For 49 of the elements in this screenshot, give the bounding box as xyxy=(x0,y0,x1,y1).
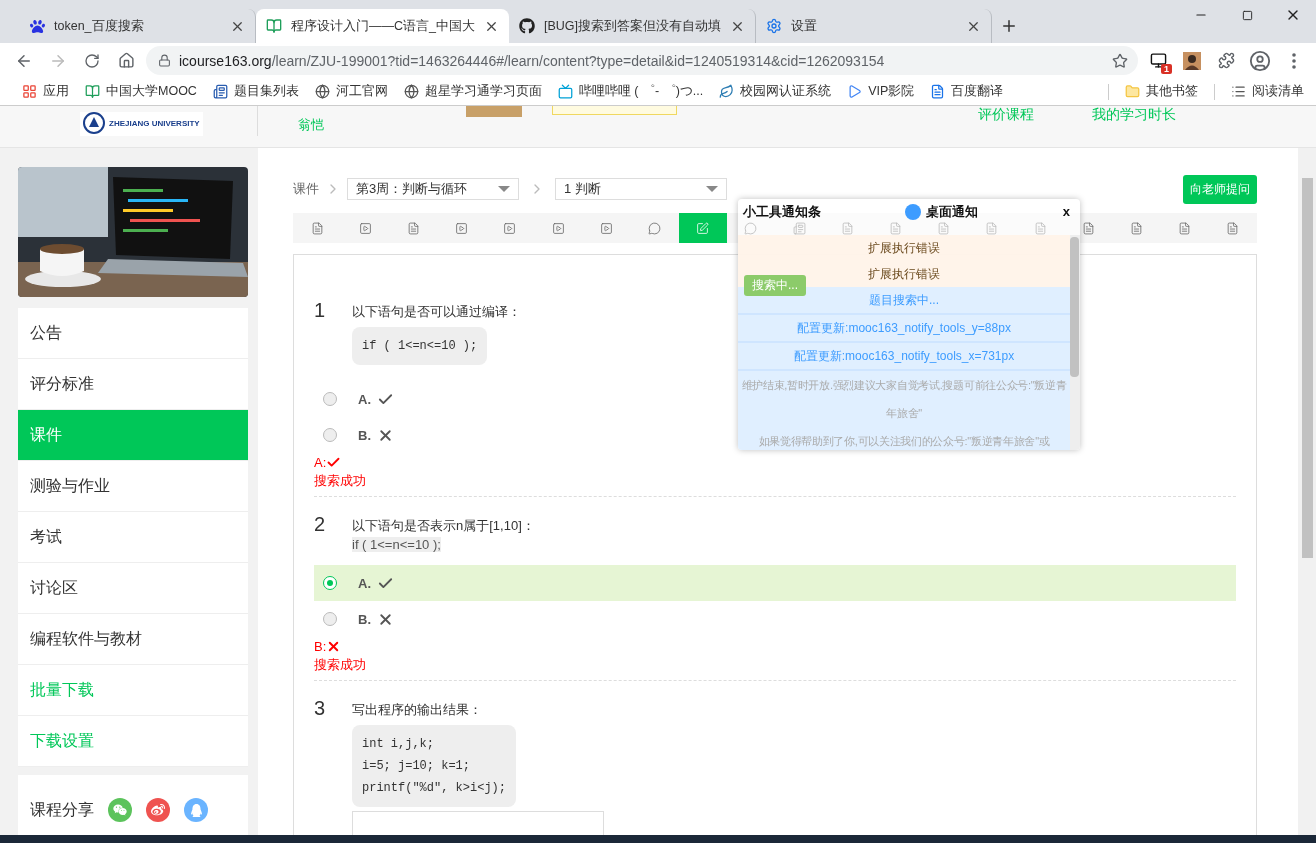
bookmark[interactable]: 哔哩哔哩 ( ゜- ゜)つ... xyxy=(557,83,704,100)
code-block: if ( 1<=n<=10 ); xyxy=(352,327,488,365)
bookmark[interactable]: VIP影院 xyxy=(847,83,915,100)
question-number: 3 xyxy=(314,697,327,721)
notification-message: 如果觉得帮助到了你,可以关注我们的公众号:"叛逆青年旅舍"或 xyxy=(738,427,1070,450)
bookmark[interactable]: 应用 xyxy=(22,83,69,100)
share-label: 课程分享 xyxy=(30,799,94,820)
breadcrumb-text[interactable]: 课件 xyxy=(293,180,319,198)
question-number: 1 xyxy=(314,299,327,323)
answer-label: A: xyxy=(314,455,327,470)
bookmark[interactable]: 河工官网 xyxy=(314,83,388,100)
browser-tab[interactable]: 程序设计入门——C语言_中国大 xyxy=(256,9,509,43)
panel-title: 小工具通知条 xyxy=(743,204,821,220)
browser-tab[interactable]: 设置 xyxy=(756,9,993,43)
extension-button[interactable]: 1 xyxy=(1144,46,1172,75)
option-label: A. xyxy=(358,391,371,407)
bookmark[interactable]: 题目集列表 xyxy=(212,83,299,100)
option-label: A. xyxy=(358,575,371,591)
question-text: 以下语句是否表示n属于[1,10]： xyxy=(352,517,536,535)
desktop-notify-label: 桌面通知 xyxy=(926,204,979,220)
code-snippet: if ( 1<=n<=10 ); xyxy=(352,537,441,552)
search-status: 搜索成功 xyxy=(314,656,367,674)
bookmark[interactable]: 阅读清单 xyxy=(1231,83,1304,100)
notification-message: 配置更新:mooc163_notify_tools_y=88px xyxy=(738,315,1070,343)
question-number: 2 xyxy=(314,513,327,537)
notification-message: 维护结束,暂时开放.强烈建议大家自觉考试.搜题可前往公众号:"叛逆青年旅舍" xyxy=(738,371,1070,427)
notification-message: 配置更新:mooc163_notify_tools_x=731px xyxy=(738,343,1070,371)
question-text: 写出程序的输出结果： xyxy=(352,701,483,719)
bookmark[interactable]: 中国大学MOOC xyxy=(85,83,197,100)
selected-option-row[interactable]: A. xyxy=(314,565,1236,601)
bookmark[interactable]: 其他书签 xyxy=(1125,83,1198,100)
option-label: B. xyxy=(358,427,371,443)
chapter-select[interactable]: 1 判断 xyxy=(555,178,727,200)
notification-message: 扩展执行错误 xyxy=(738,235,1070,261)
option-label: B. xyxy=(358,611,371,627)
browser-tab[interactable]: [BUG]搜索到答案但没有自动填 xyxy=(509,9,757,43)
question-text: 以下语句是否可以通过编译： xyxy=(352,303,522,321)
close-button[interactable]: x xyxy=(1062,204,1070,220)
bookmark[interactable]: 超星学习通学习页面 xyxy=(403,83,542,100)
url-text: icourse163.org/learn/ZJU-199001?tid=1463264446#/learn/content?type=detail&id=1240519314&cid=1262093154 xyxy=(179,52,886,69)
answer-label: B: xyxy=(314,639,327,654)
logo-caption: ZHEJIANG UNIVERSITY xyxy=(109,118,200,128)
bookmark[interactable]: 校园网认证系统 xyxy=(719,83,832,100)
chapter-select[interactable]: 第3周：判断与循环 xyxy=(347,178,519,200)
code-block: int i,j,k; i=5; j=10; k=1; printf("%d", k>i<j); xyxy=(352,725,517,807)
search-status: 搜索成功 xyxy=(314,472,367,490)
notification-count: 1 xyxy=(1161,63,1172,74)
bookmark[interactable]: 百度翻译 xyxy=(930,83,1004,100)
address-bar[interactable]: icourse163.org/learn/ZJU-199001?tid=1463264446#/learn/content?type=detail&id=1240519314&cid=1262093154 xyxy=(146,46,1138,75)
